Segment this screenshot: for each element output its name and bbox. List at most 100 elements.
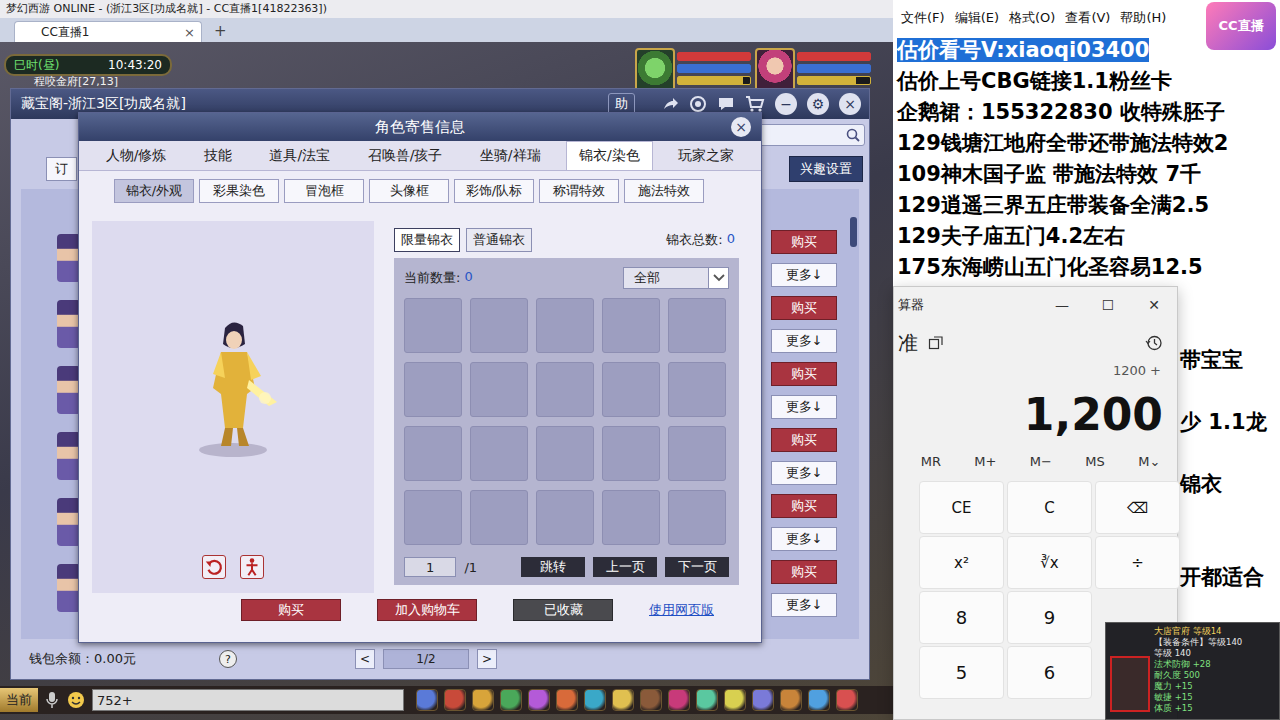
cart-icon[interactable] [745,95,765,113]
toolbar-icon[interactable] [808,689,830,711]
category-tab[interactable]: 坐骑/祥瑞 [468,141,553,170]
buy-button[interactable]: 购买 [771,230,837,254]
costume-slot[interactable] [404,362,462,417]
memory-button[interactable]: M− [1030,454,1052,469]
calculator-key[interactable]: 5 [919,646,1004,699]
menu-item[interactable]: 编辑(E) [955,9,999,27]
toolbar-icon[interactable] [612,689,634,711]
more-button[interactable]: 更多↓ [771,593,837,617]
calculator-key[interactable]: ⌫ [1095,481,1180,534]
window-control-button[interactable]: ✕ [1131,297,1177,313]
toolbar-icon[interactable] [416,689,438,711]
previous-page-button[interactable]: 上一页 [593,557,657,577]
sub-tab[interactable]: 施法特效 [624,179,704,203]
emoji-icon[interactable] [66,690,86,710]
page-input[interactable]: 1 [404,557,456,577]
scrollbar[interactable] [850,217,857,247]
buy-button[interactable]: 购买 [771,560,837,584]
costume-slot[interactable] [602,426,660,481]
costume-slot[interactable] [404,298,462,353]
portrait[interactable] [755,48,795,92]
costume-slot[interactable] [536,426,594,481]
web-version-link[interactable]: 使用网页版 [649,599,714,621]
more-button[interactable]: 更多↓ [771,263,837,287]
toolbar-icon[interactable] [780,689,802,711]
costume-slot[interactable] [668,298,726,353]
costume-slot[interactable] [404,426,462,481]
toolbar-icon[interactable] [752,689,774,711]
calculator-key[interactable]: CE [919,481,1004,534]
next-page-button[interactable]: > [477,649,497,669]
costume-slot[interactable] [536,490,594,545]
memory-button[interactable]: M+ [974,454,996,469]
costume-slot[interactable] [404,490,462,545]
memory-button[interactable]: MS [1085,454,1104,469]
close-button[interactable]: × [731,117,751,137]
buy-button[interactable]: 购买 [771,428,837,452]
costume-slot[interactable] [470,490,528,545]
costume-slot[interactable] [668,490,726,545]
chat-input[interactable]: 752+ [92,689,404,711]
toolbar-icon[interactable] [640,689,662,711]
toolbar-icon[interactable] [472,689,494,711]
chat-icon[interactable] [717,95,735,113]
channel-button[interactable]: 当前 [0,688,38,712]
buy-button[interactable]: 购买 [771,494,837,518]
memory-button[interactable]: MR [921,454,941,469]
window-control-button[interactable]: − [775,93,797,115]
history-icon[interactable] [1145,334,1163,352]
menu-item[interactable]: 格式(O) [1009,9,1055,27]
costume-slot[interactable] [470,426,528,481]
interest-settings-button[interactable]: 兴趣设置 [789,156,863,182]
costume-slot[interactable] [470,362,528,417]
toolbar-icon[interactable] [696,689,718,711]
window-control-button[interactable]: × [839,93,861,115]
calculator-key[interactable]: ÷ [1095,536,1180,589]
window-control-button[interactable]: ☐ [1085,297,1131,313]
new-tab-button[interactable]: + [208,22,233,42]
previous-page-button[interactable]: < [355,649,375,669]
sub-tab[interactable]: 彩果染色 [199,179,279,203]
more-button[interactable]: 更多↓ [771,329,837,353]
category-tab[interactable]: 召唤兽/孩子 [356,141,455,170]
costume-slot[interactable] [536,298,594,353]
calculator-key[interactable]: ∛x [1007,536,1092,589]
toolbar-icon[interactable] [668,689,690,711]
toolbar-icon[interactable] [584,689,606,711]
close-button[interactable]: × [184,25,195,40]
share-icon[interactable] [661,95,679,113]
toolbar-icon[interactable] [500,689,522,711]
filter-dropdown[interactable]: 全部 [623,267,729,289]
costume-slot[interactable] [536,362,594,417]
sub-tab[interactable]: 彩饰/队标 [454,179,534,203]
search-box[interactable] [755,124,865,146]
category-tab[interactable]: 人物/修炼 [94,141,179,170]
category-tab[interactable]: 锦衣/染色 [566,141,653,170]
toolbar-icon[interactable] [444,689,466,711]
buy-button[interactable]: 购买 [771,296,837,320]
toolbar-icon[interactable] [836,689,858,711]
order-button[interactable]: 订 [46,157,77,181]
toolbar-icon[interactable] [556,689,578,711]
calculator-key[interactable]: 8 [919,591,1004,644]
window-control-button[interactable]: ⚙ [807,93,829,115]
menu-item[interactable]: 文件(F) [901,9,945,27]
toolbar-icon[interactable] [724,689,746,711]
calculator-key[interactable]: 9 [1007,591,1092,644]
menu-item[interactable]: 帮助(H) [1120,9,1166,27]
costume-type-button[interactable]: 限量锦衣 [394,228,460,252]
more-button[interactable]: 更多↓ [771,395,837,419]
category-tab[interactable]: 道具/法宝 [257,141,342,170]
help-badge[interactable]: ? [219,650,237,668]
sub-tab[interactable]: 称谓特效 [539,179,619,203]
calculator-key[interactable]: C [1007,481,1092,534]
memory-button[interactable]: M⌄ [1138,454,1160,469]
portrait[interactable] [635,48,675,92]
action-button[interactable]: 购买 [241,599,341,621]
jump-button[interactable]: 跳转 [521,557,585,577]
costume-slot[interactable] [668,362,726,417]
toolbar-icon[interactable] [528,689,550,711]
microphone-icon[interactable] [44,690,60,710]
category-tab[interactable]: 玩家之家 [666,141,746,170]
window-control-button[interactable]: — [1039,297,1085,313]
